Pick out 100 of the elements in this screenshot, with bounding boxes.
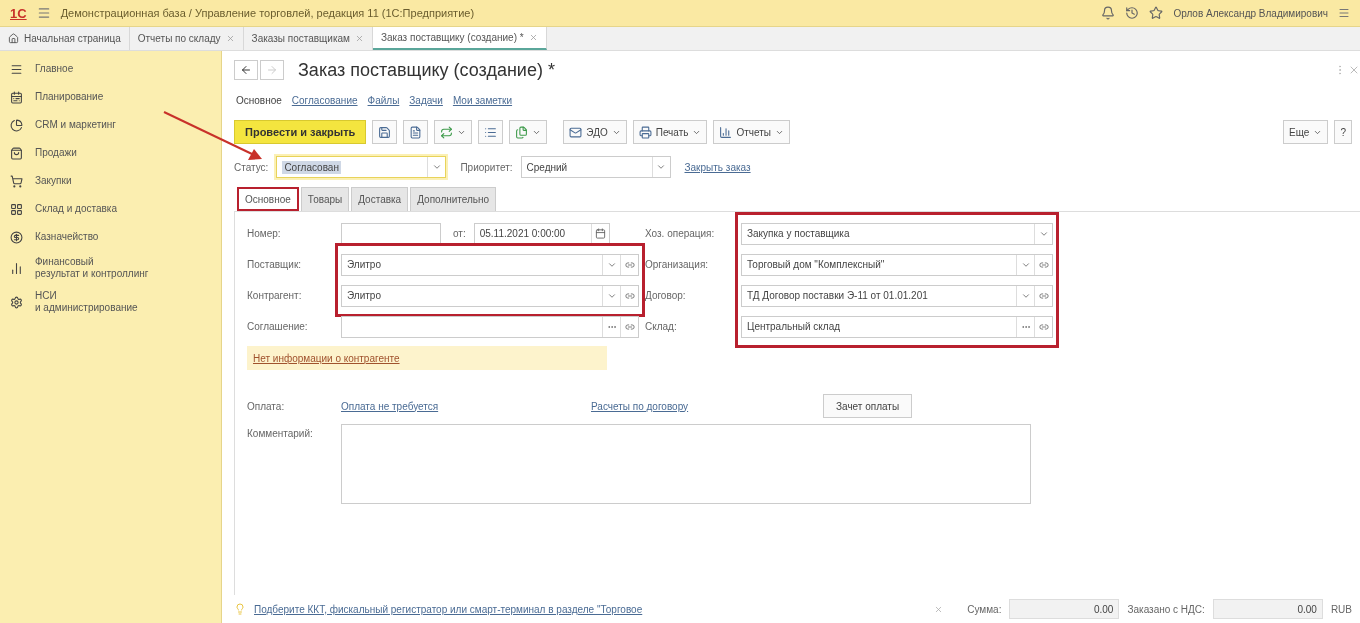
- date-field[interactable]: 05.11.2021 0:00:00: [473, 222, 610, 245]
- priority-field[interactable]: Средний: [520, 156, 671, 178]
- link-icon[interactable]: [1038, 290, 1049, 301]
- menu-icon[interactable]: [36, 6, 51, 20]
- field-label: Договор:: [645, 290, 686, 301]
- contract-link[interactable]: Расчеты по договору: [591, 400, 823, 412]
- ordered-label: Заказано с НДС:: [1127, 603, 1205, 615]
- sidebar-item[interactable]: Финансовый результат и контроллинг: [0, 251, 221, 285]
- close-icon[interactable]: [1348, 64, 1360, 76]
- more-button[interactable]: Еще: [1283, 120, 1329, 144]
- toolbar-button[interactable]: [403, 120, 429, 144]
- open-tab[interactable]: Заказы поставщикам: [243, 27, 373, 50]
- link-icon[interactable]: [624, 321, 635, 332]
- sidebar-item[interactable]: НСИ и администрирование: [0, 285, 221, 319]
- link-icon[interactable]: [1038, 321, 1049, 332]
- list-icon: [484, 125, 498, 139]
- combo-field[interactable]: ТД Договор поставки Э-11 от 01.01.201: [741, 284, 1053, 307]
- pie-chart-icon: [10, 118, 23, 132]
- offset-payment-button[interactable]: Зачет оплаты: [823, 394, 913, 418]
- link-icon[interactable]: [624, 259, 635, 270]
- form-tab[interactable]: Товары: [300, 187, 350, 211]
- document-icon: [409, 125, 423, 139]
- field-label: Контрагент:: [247, 290, 302, 301]
- sidebar-item[interactable]: Планирование: [0, 83, 221, 111]
- open-tab[interactable]: Отчеты по складу: [129, 27, 244, 50]
- number-field[interactable]: [341, 222, 441, 245]
- post-close-button[interactable]: Провести и закрыть: [234, 120, 367, 144]
- form-title: Заказ поставщику (создание) *: [298, 59, 556, 81]
- toolbar-button[interactable]: Отчеты: [713, 120, 791, 144]
- field-label: Поставщик:: [247, 259, 302, 270]
- open-tab[interactable]: Заказ поставщику (создание) *: [372, 27, 547, 50]
- status-label: Статус:: [234, 161, 269, 173]
- history-icon[interactable]: [1125, 6, 1140, 20]
- status-field[interactable]: Согласован: [276, 156, 447, 178]
- combo-field[interactable]: [341, 315, 639, 338]
- sidebar-item[interactable]: CRM и маркетинг: [0, 111, 221, 139]
- combo-field[interactable]: Торговый дом "Комплексный": [741, 253, 1053, 276]
- comment-field[interactable]: [341, 424, 1031, 504]
- close-order-link[interactable]: Закрыть заказ: [684, 161, 751, 173]
- bar-chart-icon: [719, 125, 733, 139]
- combo-field[interactable]: Элитро: [341, 284, 639, 307]
- dropdown-icon[interactable]: [431, 162, 442, 172]
- help-button[interactable]: ?: [1334, 120, 1352, 144]
- bell-icon[interactable]: [1101, 6, 1116, 20]
- payment-link[interactable]: Оплата не требуется: [341, 400, 591, 412]
- sidebar-item[interactable]: Главное: [0, 55, 221, 83]
- toolbar-button[interactable]: Печать: [632, 120, 708, 144]
- section-link[interactable]: Файлы: [367, 94, 400, 106]
- priority-label: Приоритет:: [460, 161, 513, 173]
- close-icon[interactable]: [528, 33, 538, 42]
- star-icon[interactable]: [1149, 6, 1164, 20]
- back-button[interactable]: [234, 60, 258, 80]
- close-icon[interactable]: [934, 604, 944, 614]
- menu-icon[interactable]: [1338, 7, 1350, 19]
- form-tab[interactable]: Дополнительно: [410, 187, 497, 211]
- tab-label: Заказ поставщику (создание) *: [380, 32, 524, 43]
- toolbar-button[interactable]: ЭДО: [563, 120, 627, 144]
- bar-chart-icon: [10, 261, 23, 275]
- link-icon[interactable]: [1038, 259, 1049, 270]
- field-label: Номер:: [247, 228, 281, 239]
- toolbar-button[interactable]: [478, 120, 504, 144]
- arrows-icon: [440, 125, 454, 139]
- combo-field[interactable]: Закупка у поставщика: [741, 222, 1053, 245]
- section-link[interactable]: Задачи: [409, 94, 443, 106]
- field-label: Хоз. операция:: [645, 228, 715, 239]
- link-icon[interactable]: [624, 290, 635, 301]
- section-link[interactable]: Основное: [236, 94, 282, 106]
- forward-button[interactable]: [260, 60, 284, 80]
- user-name[interactable]: Орлов Александр Владимирович: [1173, 7, 1328, 19]
- section-link[interactable]: Согласование: [291, 94, 358, 106]
- close-icon[interactable]: [225, 34, 235, 43]
- field-label: Соглашение:: [247, 321, 308, 332]
- sidebar-item[interactable]: Казначейство: [0, 223, 221, 251]
- section-link[interactable]: Мои заметки: [452, 94, 513, 106]
- calendar-icon[interactable]: [594, 228, 606, 239]
- toolbar-button[interactable]: [434, 120, 473, 144]
- open-tab[interactable]: Начальная страница: [0, 27, 130, 50]
- envelope-icon: [569, 125, 583, 139]
- sidebar-item[interactable]: Продажи: [0, 139, 221, 167]
- field-label: Склад:: [645, 321, 677, 332]
- toolbar-button[interactable]: [509, 120, 548, 144]
- sidebar-item[interactable]: Закупки: [0, 167, 221, 195]
- hint-link[interactable]: Подберите ККТ, фискальный регистратор или смарт-терминал в разделе "Торговое: [254, 603, 927, 615]
- combo-field[interactable]: Центральный склад: [741, 315, 1053, 338]
- close-icon[interactable]: [354, 34, 364, 43]
- form-tab[interactable]: Доставка: [351, 187, 409, 211]
- dropdown-icon[interactable]: [656, 162, 666, 172]
- bag-icon: [10, 146, 23, 160]
- list-icon: [10, 62, 23, 76]
- combo-field[interactable]: Элитро: [341, 253, 639, 276]
- tab-label: Заказы поставщикам: [251, 33, 350, 44]
- save-icon: [378, 125, 392, 139]
- grid-icon: [10, 202, 23, 216]
- arrow-right-icon: [266, 64, 278, 76]
- form-tab[interactable]: Основное: [237, 187, 299, 211]
- date-label: от:: [453, 228, 466, 239]
- no-info-link[interactable]: Нет информации о контрагенте: [253, 353, 400, 364]
- window-title: Демонстрационная база / Управление торговлей, редакция 11 (1С:Предприятие): [60, 7, 476, 19]
- sidebar-item[interactable]: Склад и доставка: [0, 195, 221, 223]
- toolbar-button[interactable]: [372, 120, 398, 144]
